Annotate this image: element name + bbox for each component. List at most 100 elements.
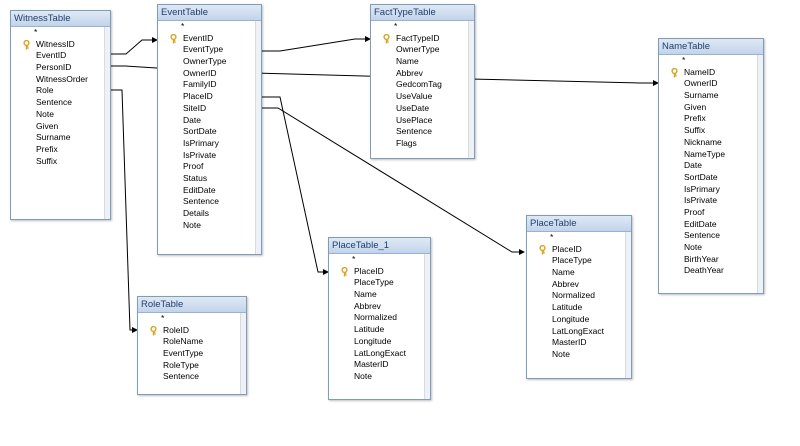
name-table[interactable]: NameTable * NameID OwnerID Surname Given Pref… xyxy=(658,38,764,294)
field-row[interactable]: Suffix xyxy=(659,125,763,137)
all-fields-row[interactable]: * xyxy=(11,27,110,39)
field-row[interactable]: UsePlace xyxy=(371,115,474,127)
table-title[interactable]: RoleTable xyxy=(138,297,246,313)
primary-key-field[interactable]: EventID xyxy=(158,33,261,45)
all-fields-row[interactable]: * xyxy=(158,21,261,33)
field-row[interactable]: PlaceType xyxy=(329,277,430,289)
field-row[interactable]: Normalized xyxy=(527,290,631,302)
field-row[interactable]: IsPrivate xyxy=(158,150,261,162)
field-row[interactable]: Surname xyxy=(659,90,763,102)
field-row[interactable]: LatLongExact xyxy=(527,326,631,338)
field-row[interactable]: Note xyxy=(11,109,110,121)
field-row[interactable]: WitnessOrder xyxy=(11,74,110,86)
field-row[interactable]: Status xyxy=(158,173,261,185)
relationship-line-event-facttype[interactable] xyxy=(260,36,371,52)
primary-key-field[interactable]: WitnessID xyxy=(11,39,110,51)
field-row[interactable]: Sentence xyxy=(11,97,110,109)
place1-table[interactable]: PlaceTable_1 * PlaceID PlaceType Name Abbrev… xyxy=(328,237,431,400)
field-row[interactable]: Sentence xyxy=(659,230,763,242)
field-row[interactable]: UseDate xyxy=(371,103,474,115)
field-row[interactable]: EventID xyxy=(11,50,110,62)
field-row[interactable]: Sentence xyxy=(158,196,261,208)
all-fields-row[interactable]: * xyxy=(371,21,474,33)
field-row[interactable]: OwnerType xyxy=(158,56,261,68)
primary-key-field[interactable]: NameID xyxy=(659,67,763,79)
field-row[interactable]: Proof xyxy=(659,207,763,219)
field-row[interactable]: Latitude xyxy=(329,324,430,336)
field-row[interactable]: Nickname xyxy=(659,137,763,149)
relationship-line-event-place1[interactable] xyxy=(260,96,329,275)
field-row[interactable]: RoleName xyxy=(138,336,246,348)
field-row[interactable]: PlaceID xyxy=(158,91,261,103)
field-row[interactable]: EditDate xyxy=(158,185,261,197)
field-row[interactable]: Sentence xyxy=(138,371,246,383)
field-row[interactable]: EventType xyxy=(138,348,246,360)
field-row[interactable]: SortDate xyxy=(659,172,763,184)
field-row[interactable]: SiteID xyxy=(158,103,261,115)
relationship-line-witness-event[interactable] xyxy=(109,37,158,55)
table-title[interactable]: PlaceTable xyxy=(527,216,631,232)
field-row[interactable]: Date xyxy=(659,160,763,172)
field-row[interactable]: LatLongExact xyxy=(329,348,430,360)
field-row[interactable]: GedcomTag xyxy=(371,79,474,91)
field-row[interactable]: Proof xyxy=(158,161,261,173)
field-row[interactable]: Prefix xyxy=(11,144,110,156)
field-row[interactable]: Name xyxy=(329,289,430,301)
primary-key-field[interactable]: PlaceID xyxy=(329,266,430,278)
field-row[interactable]: Name xyxy=(527,267,631,279)
field-row[interactable]: Longitude xyxy=(329,336,430,348)
field-row[interactable]: SortDate xyxy=(158,126,261,138)
table-title[interactable]: EventTable xyxy=(158,5,261,21)
field-row[interactable]: Date xyxy=(158,115,261,127)
field-row[interactable]: OwnerType xyxy=(371,44,474,56)
field-row[interactable]: Latitude xyxy=(527,302,631,314)
field-row[interactable]: Normalized xyxy=(329,312,430,324)
table-title[interactable]: FactTypeTable xyxy=(371,5,474,21)
field-row[interactable]: Abbrev xyxy=(527,279,631,291)
field-row[interactable]: MasterID xyxy=(329,359,430,371)
field-row[interactable]: DeathYear xyxy=(659,265,763,277)
field-row[interactable]: Role xyxy=(11,85,110,97)
field-row[interactable]: PlaceType xyxy=(527,255,631,267)
field-row[interactable]: Given xyxy=(11,121,110,133)
all-fields-row[interactable]: * xyxy=(659,55,763,67)
primary-key-field[interactable]: RoleID xyxy=(138,325,246,337)
role-table[interactable]: RoleTable * RoleID RoleName EventType RoleTy… xyxy=(137,296,247,395)
place-table[interactable]: PlaceTable * PlaceID PlaceType Name Abbrev No… xyxy=(526,215,632,379)
field-row[interactable]: EventType xyxy=(158,44,261,56)
field-row[interactable]: FamilyID xyxy=(158,79,261,91)
field-row[interactable]: UseValue xyxy=(371,91,474,103)
all-fields-row[interactable]: * xyxy=(329,254,430,266)
field-row[interactable]: PersonID xyxy=(11,62,110,74)
field-row[interactable]: MasterID xyxy=(527,337,631,349)
field-row[interactable]: Suffix xyxy=(11,156,110,168)
table-title[interactable]: WitnessTable xyxy=(11,11,110,27)
field-row[interactable]: EditDate xyxy=(659,219,763,231)
field-row[interactable]: IsPrimary xyxy=(659,184,763,196)
field-row[interactable]: OwnerID xyxy=(659,78,763,90)
table-title[interactable]: PlaceTable_1 xyxy=(329,238,430,254)
field-row[interactable]: Prefix xyxy=(659,113,763,125)
field-row[interactable]: Abbrev xyxy=(371,68,474,80)
field-row[interactable]: OwnerID xyxy=(158,68,261,80)
field-row[interactable]: Surname xyxy=(11,132,110,144)
table-title[interactable]: NameTable xyxy=(659,39,763,55)
field-row[interactable]: NameType xyxy=(659,149,763,161)
field-row[interactable]: Note xyxy=(527,349,631,361)
field-row[interactable]: IsPrimary xyxy=(158,138,261,150)
facttype-table[interactable]: FactTypeTable * FactTypeID OwnerType Name Ab… xyxy=(370,4,475,159)
field-row[interactable]: Note xyxy=(329,371,430,383)
field-row[interactable]: Sentence xyxy=(371,126,474,138)
witness-table[interactable]: WitnessTable * WitnessID EventID PersonID Wi… xyxy=(10,10,111,220)
field-row[interactable]: BirthYear xyxy=(659,254,763,266)
field-row[interactable]: RoleType xyxy=(138,360,246,372)
field-row[interactable]: IsPrivate xyxy=(659,195,763,207)
primary-key-field[interactable]: PlaceID xyxy=(527,244,631,256)
field-row[interactable]: Details xyxy=(158,208,261,220)
field-row[interactable]: Longitude xyxy=(527,314,631,326)
all-fields-row[interactable]: * xyxy=(138,313,246,325)
field-row[interactable]: Abbrev xyxy=(329,301,430,313)
field-row[interactable]: Note xyxy=(158,220,261,232)
event-table[interactable]: EventTable * EventID EventType OwnerType Own… xyxy=(157,4,262,255)
all-fields-row[interactable]: * xyxy=(527,232,631,244)
